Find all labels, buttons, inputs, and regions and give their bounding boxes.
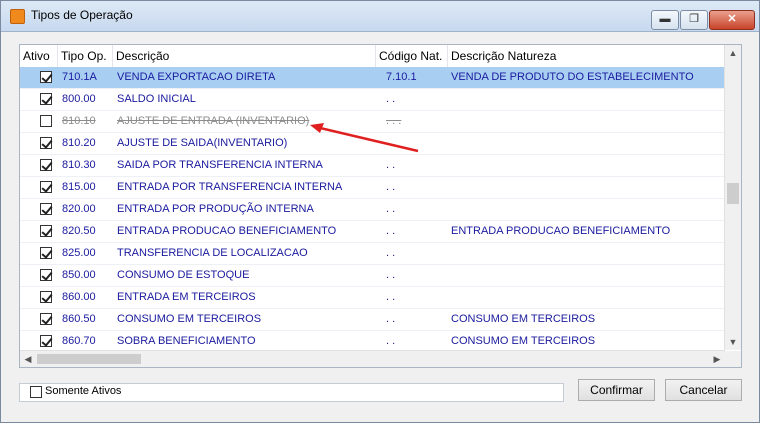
- cell-codigo-nat: . .: [386, 313, 396, 325]
- ativo-checkbox[interactable]: [40, 247, 52, 259]
- cell-tipo-op: 825.00: [62, 247, 96, 259]
- minimize-button[interactable]: ▬: [651, 10, 679, 30]
- ativo-checkbox[interactable]: [40, 203, 52, 215]
- cell-tipo-op: 860.00: [62, 291, 96, 303]
- ativo-checkbox[interactable]: [40, 93, 52, 105]
- column-header-codigo-nat[interactable]: Código Nat.: [376, 45, 448, 67]
- cell-descricao: SALDO INICIAL: [117, 93, 196, 105]
- ativo-checkbox[interactable]: [40, 159, 52, 171]
- somente-ativos-checkbox[interactable]: [30, 386, 42, 398]
- cell-codigo-nat: 7.10.1: [386, 71, 417, 83]
- ativo-checkbox[interactable]: [40, 71, 52, 83]
- close-button[interactable]: ✕: [709, 10, 755, 30]
- cell-tipo-op: 820.50: [62, 225, 96, 237]
- ativo-checkbox[interactable]: [40, 181, 52, 193]
- column-header-ativo[interactable]: Ativo: [20, 45, 58, 67]
- grid-rows: 710.1A VENDA EXPORTACAO DIRETA 7.10.1 VENDA…: [20, 67, 725, 353]
- horizontal-scrollbar[interactable]: ◀ ▶: [20, 350, 725, 367]
- annotation-arrow-icon: [310, 123, 419, 153]
- cell-descricao: ENTRADA POR PRODUÇÃO INTERNA: [117, 203, 314, 215]
- scroll-down-icon[interactable]: ▼: [725, 334, 741, 350]
- column-header-descricao-natureza[interactable]: Descrição Natureza: [448, 45, 725, 67]
- scroll-up-icon[interactable]: ▲: [725, 45, 741, 61]
- cell-codigo-nat: . .: [386, 247, 396, 259]
- vertical-scroll-thumb[interactable]: [727, 183, 739, 204]
- scroll-right-icon[interactable]: ▶: [709, 351, 725, 367]
- cell-tipo-op: 710.1A: [62, 71, 97, 83]
- table-row[interactable]: 860.00 ENTRADA EM TERCEIROS . .: [20, 287, 725, 309]
- app-icon: [10, 9, 25, 24]
- cell-descricao: ENTRADA EM TERCEIROS: [117, 291, 256, 303]
- column-header-descricao[interactable]: Descrição: [113, 45, 376, 67]
- ativo-checkbox[interactable]: [40, 291, 52, 303]
- confirm-button[interactable]: Confirmar: [578, 379, 655, 401]
- cell-codigo-nat: . .: [386, 291, 396, 303]
- horizontal-scroll-thumb[interactable]: [37, 354, 141, 364]
- cell-codigo-nat: . .: [386, 181, 396, 193]
- table-row[interactable]: 860.50 CONSUMO EM TERCEIROS . . CONSUMO EM …: [20, 309, 725, 331]
- cell-descricao: CONSUMO EM TERCEIROS: [117, 313, 262, 325]
- grid-header: Ativo Tipo Op. Descrição Código Nat. Des…: [20, 45, 725, 68]
- cancel-button[interactable]: Cancelar: [665, 379, 742, 401]
- title-bar[interactable]: Tipos de Operação ▬ ❐ ✕: [1, 1, 759, 32]
- cell-descricao: VENDA EXPORTACAO DIRETA: [117, 71, 276, 83]
- cell-descricao: ENTRADA POR TRANSFERENCIA INTERNA: [117, 181, 343, 193]
- window-title: Tipos de Operação: [31, 8, 133, 22]
- cell-descricao: ENTRADA PRODUCAO BENEFICIAMENTO: [117, 225, 337, 237]
- cell-descricao-natureza: ENTRADA PRODUCAO BENEFICIAMENTO: [451, 225, 671, 237]
- maximize-button[interactable]: ❐: [680, 10, 708, 30]
- ativo-checkbox[interactable]: [40, 269, 52, 281]
- operation-types-grid[interactable]: Ativo Tipo Op. Descrição Código Nat. Des…: [19, 44, 742, 368]
- table-row[interactable]: 820.50 ENTRADA PRODUCAO BENEFICIAMENTO . .…: [20, 221, 725, 243]
- dialog-window: Tipos de Operação ▬ ❐ ✕ Ativo Tipo Op. D…: [0, 0, 760, 423]
- cell-tipo-op: 860.50: [62, 313, 96, 325]
- cell-tipo-op: 850.00: [62, 269, 96, 281]
- cell-codigo-nat: . .: [386, 93, 396, 105]
- table-row[interactable]: 815.00 ENTRADA POR TRANSFERENCIA INTERNA.…: [20, 177, 725, 199]
- ativo-checkbox[interactable]: [40, 313, 52, 325]
- table-row[interactable]: 800.00 SALDO INICIAL . .: [20, 89, 725, 111]
- cell-tipo-op: 810.20: [62, 137, 96, 149]
- table-row[interactable]: 710.1A VENDA EXPORTACAO DIRETA 7.10.1 VENDA…: [20, 67, 725, 89]
- cell-tipo-op: 800.00: [62, 93, 96, 105]
- scrollbar-corner: [725, 351, 741, 367]
- cell-tipo-op: 815.00: [62, 181, 96, 193]
- cell-tipo-op: 820.00: [62, 203, 96, 215]
- cell-tipo-op: 810.10: [62, 115, 96, 127]
- table-row[interactable]: 850.00 CONSUMO DE ESTOQUE . .: [20, 265, 725, 287]
- somente-ativos-label: Somente Ativos: [45, 385, 122, 397]
- table-row[interactable]: 820.00 ENTRADA POR PRODUÇÃO INTERNA . .: [20, 199, 725, 221]
- column-header-tipo-op[interactable]: Tipo Op.: [58, 45, 113, 67]
- cell-descricao-natureza: VENDA DE PRODUTO DO ESTABELECIMENTO: [451, 71, 694, 83]
- ativo-checkbox[interactable]: [40, 137, 52, 149]
- ativo-checkbox[interactable]: [40, 335, 52, 347]
- cell-tipo-op: 810.30: [62, 159, 96, 171]
- cell-codigo-nat: . .: [386, 225, 396, 237]
- cell-descricao: AJUSTE DE ENTRADA (INVENTARIO): [117, 115, 310, 127]
- somente-ativos-filter[interactable]: Somente Ativos: [19, 383, 564, 402]
- cell-descricao: AJUSTE DE SAIDA(INVENTARIO): [117, 137, 288, 149]
- vertical-scrollbar[interactable]: ▲ ▼: [724, 45, 741, 350]
- cell-descricao: CONSUMO DE ESTOQUE: [117, 269, 250, 281]
- cell-descricao: TRANSFERENCIA DE LOCALIZACAO: [117, 247, 308, 259]
- cell-codigo-nat: . .: [386, 269, 396, 281]
- cell-codigo-nat: . .: [386, 203, 396, 215]
- table-row[interactable]: 825.00 TRANSFERENCIA DE LOCALIZACAO . .: [20, 243, 725, 265]
- cell-descricao: SAIDA POR TRANSFERENCIA INTERNA: [117, 159, 323, 171]
- ativo-checkbox[interactable]: [40, 225, 52, 237]
- cell-descricao-natureza: CONSUMO EM TERCEIROS: [451, 313, 596, 325]
- ativo-checkbox[interactable]: [40, 115, 52, 127]
- scroll-left-icon[interactable]: ◀: [20, 351, 36, 367]
